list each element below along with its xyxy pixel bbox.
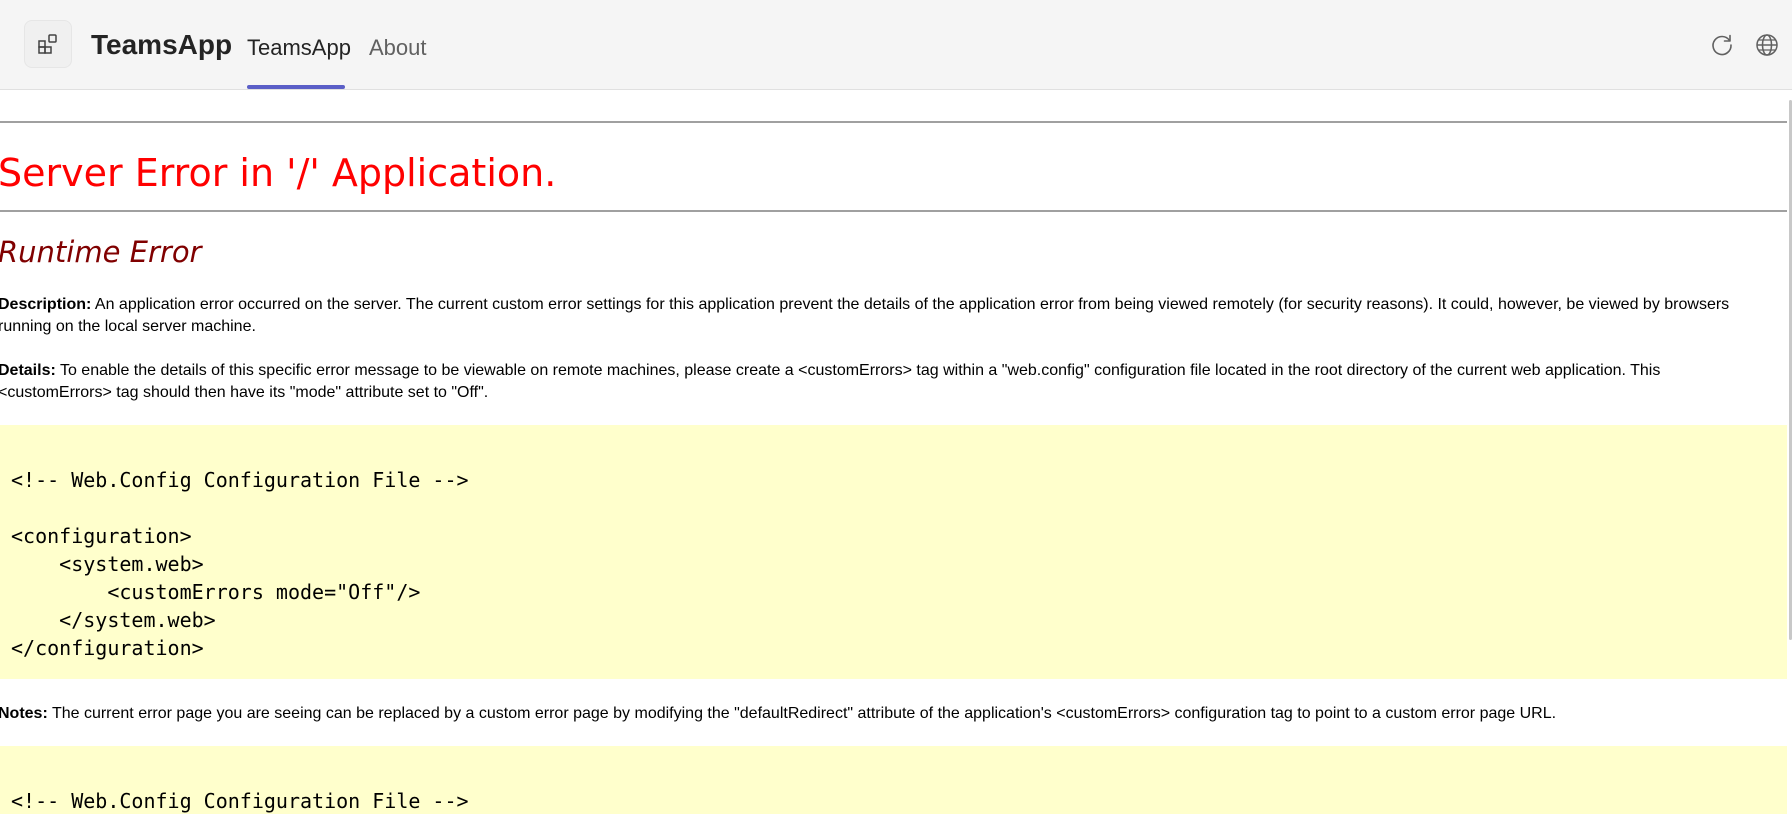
apps-icon[interactable] (24, 20, 72, 68)
notes-label: Notes: (0, 705, 48, 722)
tab-teamsapp[interactable]: TeamsApp (247, 34, 351, 62)
description-label: Description: (0, 296, 92, 313)
notes-paragraph: Notes: The current error page you are se… (0, 703, 1768, 725)
config-code-block: <!-- Web.Config Configuration File --> <… (0, 425, 1787, 679)
config-code-text: <!-- Web.Config Configuration File --> <… (11, 468, 469, 660)
tab-about[interactable]: About (369, 34, 427, 62)
error-page-content: Server Error in '/' Application. Runtime… (0, 91, 1787, 814)
error-title: Server Error in '/' Application. (0, 151, 557, 195)
description-text: An application error occurred on the ser… (0, 296, 1730, 335)
globe-icon[interactable] (1752, 30, 1782, 60)
active-tab-indicator (247, 85, 345, 89)
title-divider (0, 210, 1787, 212)
refresh-icon[interactable] (1707, 30, 1737, 60)
notes-text: The current error page you are seeing ca… (47, 705, 1557, 722)
details-label: Details: (0, 362, 56, 379)
app-title: TeamsApp (91, 29, 233, 60)
description-paragraph: Description: An application error occurr… (0, 294, 1768, 338)
app-header: TeamsApp TeamsApp About (0, 0, 1792, 90)
config-code-text-2: <!-- Web.Config Configuration File --> (11, 789, 469, 813)
top-divider (0, 121, 1787, 123)
details-text: To enable the details of this specific e… (0, 362, 1661, 401)
apps-icon-glyph (38, 34, 57, 54)
details-paragraph: Details: To enable the details of this s… (0, 360, 1768, 404)
error-subtitle: Runtime Error (0, 235, 202, 269)
config-code-block-2: <!-- Web.Config Configuration File --> (0, 746, 1787, 814)
